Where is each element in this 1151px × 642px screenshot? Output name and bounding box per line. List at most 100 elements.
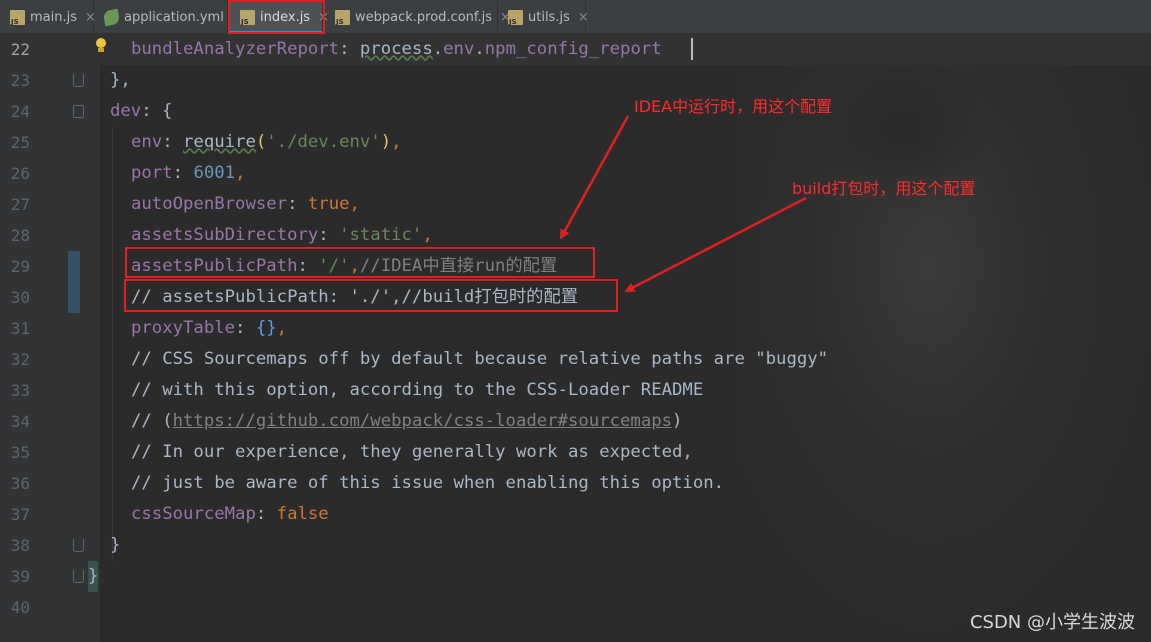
code-key: env [131, 132, 163, 152]
code-comment: // with this option, according to the CS… [131, 380, 704, 400]
code-key: dev [110, 101, 142, 121]
tab-webpack-prod-conf-js[interactable]: webpack.prod.conf.js × [325, 0, 511, 34]
code-comment: // just be aware of this issue when enab… [131, 473, 725, 493]
fold-end-icon[interactable] [73, 570, 84, 583]
js-file-icon [335, 9, 350, 26]
code-key: proxyTable [131, 318, 236, 338]
code-punct: : [255, 504, 277, 524]
tab-label: webpack.prod.conf.js [355, 9, 493, 25]
code-key: assetsSubDirectory [131, 225, 319, 245]
code-link[interactable]: https://github.com/webpack/css-loader#so… [173, 411, 672, 431]
tab-application-yml[interactable]: application.yml × [94, 0, 243, 34]
line-number: 35 [10, 443, 30, 462]
code-line-33[interactable]: 33 // with this option, according to the… [0, 375, 1151, 406]
code-punct: , [349, 194, 360, 214]
line-number: 27 [10, 195, 30, 214]
code-env-prop: npm_config_report [484, 39, 662, 59]
code-key: bundleAnalyzerReport [131, 39, 340, 59]
code-line-35[interactable]: 35 // In our experience, they generally … [0, 437, 1151, 468]
yaml-leaf-icon [102, 8, 121, 26]
line-29-highlight-box [125, 247, 595, 278]
fold-end-icon[interactable] [73, 74, 84, 87]
line-number: 39 [10, 567, 30, 586]
code-punct: : [141, 101, 163, 121]
code-punct: : [318, 225, 340, 245]
code-line-26[interactable]: 26 port: 6001, [0, 158, 1151, 189]
code-brace: { [162, 101, 173, 121]
code-line-22[interactable]: 22 bundleAnalyzerReport: process.env.npm… [0, 34, 1151, 65]
code-number: 6001 [193, 163, 236, 183]
code-line-36[interactable]: 36 // just be aware of this issue when e… [0, 468, 1151, 499]
code-line-24[interactable]: 24 dev: { [0, 96, 1151, 127]
line-number: 29 [10, 257, 30, 276]
code-comment: ) [672, 411, 683, 431]
line-number: 26 [10, 164, 30, 183]
code-line-37[interactable]: 37 cssSourceMap: false [0, 499, 1151, 530]
text-caret [691, 38, 693, 60]
code-line-38[interactable]: 38 } [0, 530, 1151, 561]
js-file-icon [10, 9, 25, 26]
code-text: } [110, 535, 121, 555]
code-text: } [88, 561, 99, 592]
line-number: 30 [10, 288, 30, 307]
line-number: 24 [10, 102, 30, 121]
line-number: 23 [10, 71, 30, 90]
code-string: 'static' [339, 225, 423, 245]
code-punct: , [235, 163, 246, 183]
code-key: cssSourceMap [131, 504, 256, 524]
code-line-39[interactable]: 39 } [0, 561, 1151, 592]
js-file-icon [508, 9, 523, 26]
code-function: require [183, 132, 256, 152]
tab-main-js[interactable]: main.js × [0, 0, 96, 34]
code-punct: , [391, 132, 402, 152]
line-number: 34 [10, 412, 30, 431]
code-line-23[interactable]: 23 }, [0, 65, 1151, 96]
code-punct: , [276, 318, 288, 338]
tab-label: utils.js [528, 9, 570, 25]
code-key: port [131, 163, 173, 183]
code-paren: ( [255, 132, 267, 152]
code-punct: : [339, 39, 360, 59]
idea-config-note: IDEA中运行时，用这个配置 [634, 97, 833, 116]
code-punct: . [432, 39, 444, 59]
fold-end-icon[interactable] [73, 539, 84, 552]
close-icon[interactable]: × [578, 10, 589, 25]
line-number: 25 [10, 133, 30, 152]
code-line-31[interactable]: 31 proxyTable: {}, [0, 313, 1151, 344]
code-boolean: false [276, 504, 329, 524]
code-paren: ) [380, 132, 392, 152]
line-number: 40 [10, 598, 30, 617]
code-boolean: true [307, 194, 350, 214]
code-string: './dev.env' [266, 132, 381, 152]
code-line-27[interactable]: 27 autoOpenBrowser: true, [0, 189, 1151, 220]
code-punct: : [235, 318, 256, 338]
line-number: 33 [10, 381, 30, 400]
tab-label: main.js [30, 9, 77, 25]
fold-icon[interactable] [73, 105, 84, 118]
build-config-note: build打包时，用这个配置 [792, 179, 976, 198]
code-punct: . [474, 39, 485, 59]
code-key: autoOpenBrowser [131, 194, 288, 214]
line-number: 22 [10, 40, 30, 59]
tab-label: application.yml [124, 9, 224, 25]
tab-utils-js[interactable]: utils.js × [498, 0, 589, 34]
line-30-highlight-box [124, 279, 618, 312]
code-line-34[interactable]: 34 // (https://github.com/webpack/css-lo… [0, 406, 1151, 437]
active-tab-highlight-box [228, 0, 325, 34]
line-number: 31 [10, 319, 30, 338]
code-editor[interactable]: 22 bundleAnalyzerReport: process.env.npm… [0, 34, 1151, 642]
code-line-25[interactable]: 25 env: require('./dev.env'), [0, 127, 1151, 158]
line-number: 28 [10, 226, 30, 245]
code-line-32[interactable]: 32 // CSS Sourcemaps off by default beca… [0, 344, 1151, 375]
code-punct: : [172, 163, 194, 183]
code-comment: // In our experience, they generally wor… [131, 442, 693, 462]
code-object-literal: {} [255, 318, 277, 338]
code-comment: // CSS Sourcemaps off by default because… [131, 349, 829, 369]
editor-tab-bar: main.js × application.yml × index.js × w… [0, 0, 1151, 34]
code-punct: , [422, 225, 433, 245]
code-punct: : [287, 194, 308, 214]
change-marker [68, 251, 80, 282]
lightbulb-icon[interactable] [95, 38, 107, 54]
line-number: 38 [10, 536, 30, 555]
code-comment: // ( [131, 411, 173, 431]
